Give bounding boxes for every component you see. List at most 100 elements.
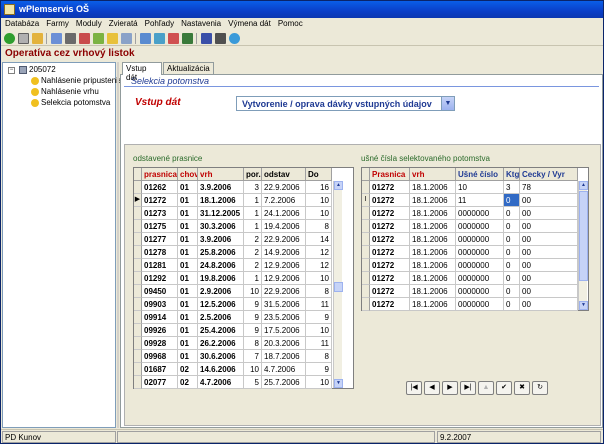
table-cell[interactable]: 30.6.2006 bbox=[198, 350, 244, 363]
table-cell[interactable]: 8 bbox=[244, 337, 262, 350]
table-cell[interactable]: 01281 bbox=[142, 259, 178, 272]
table-cell[interactable]: 18.1.2006 bbox=[410, 220, 456, 233]
table-cell[interactable]: 00 bbox=[520, 298, 578, 311]
row-indicator[interactable] bbox=[134, 376, 142, 389]
table-cell[interactable]: 0 bbox=[504, 298, 520, 311]
menu-pohlady[interactable]: Pohľady bbox=[141, 18, 177, 28]
table-cell[interactable]: 11 bbox=[306, 298, 332, 311]
table-cell[interactable]: 22.9.2006 bbox=[262, 181, 306, 194]
table-cell[interactable]: 01 bbox=[178, 272, 198, 285]
scroll-thumb[interactable] bbox=[579, 191, 588, 281]
row-indicator[interactable] bbox=[134, 324, 142, 337]
table-cell[interactable]: 01262 bbox=[142, 181, 178, 194]
star-icon[interactable] bbox=[107, 33, 118, 44]
table-cell[interactable]: 00 bbox=[520, 220, 578, 233]
prev-record-icon[interactable]: ◀ bbox=[424, 381, 440, 395]
table-cell[interactable]: 02 bbox=[178, 376, 198, 389]
table-cell[interactable]: 09914 bbox=[142, 311, 178, 324]
table-cell[interactable]: 18.7.2006 bbox=[262, 350, 306, 363]
table-cell[interactable]: 0 bbox=[504, 233, 520, 246]
table-cell[interactable]: 0 bbox=[504, 285, 520, 298]
table-cell[interactable]: 01277 bbox=[142, 233, 178, 246]
cancel-x-icon[interactable]: ✖ bbox=[514, 381, 530, 395]
table-cell[interactable]: 10 bbox=[306, 376, 332, 389]
table-cell[interactable]: 01272 bbox=[370, 298, 410, 311]
column-header[interactable]: Prasnica bbox=[370, 168, 410, 181]
table-cell[interactable]: 20.3.2006 bbox=[262, 337, 306, 350]
refresh-icon[interactable]: ↻ bbox=[532, 381, 548, 395]
table-cell[interactable]: 09928 bbox=[142, 337, 178, 350]
table-cell[interactable]: 31.5.2006 bbox=[262, 298, 306, 311]
table-cell[interactable]: 01 bbox=[178, 350, 198, 363]
column-header[interactable]: Cecky / Vyr bbox=[520, 168, 578, 181]
tree-item-nahlasenie-pripustenia[interactable]: Nahlásenie pripustenia bbox=[31, 76, 122, 85]
table-cell[interactable]: 01 bbox=[178, 259, 198, 272]
table-cell[interactable]: 0000000 bbox=[456, 259, 504, 272]
help-icon[interactable] bbox=[229, 33, 240, 44]
collapse-icon[interactable]: − bbox=[8, 67, 15, 74]
table-cell[interactable]: 24.1.2006 bbox=[262, 207, 306, 220]
table-cell[interactable]: 0 bbox=[504, 272, 520, 285]
row-indicator[interactable] bbox=[134, 220, 142, 233]
table-cell[interactable]: 01278 bbox=[142, 246, 178, 259]
table-cell[interactable]: 19.8.2006 bbox=[198, 272, 244, 285]
table-cell[interactable]: 01 bbox=[178, 246, 198, 259]
column-header[interactable]: prasnica bbox=[142, 168, 178, 181]
table-cell[interactable]: 3.9.2006 bbox=[198, 233, 244, 246]
table-cell[interactable]: 2 bbox=[244, 246, 262, 259]
table-cell[interactable]: 01272 bbox=[370, 285, 410, 298]
table-cell[interactable]: 14.6.2006 bbox=[198, 363, 244, 376]
table-cell[interactable]: 22.9.2006 bbox=[262, 233, 306, 246]
table-cell[interactable]: 10 bbox=[306, 207, 332, 220]
row-indicator[interactable] bbox=[362, 233, 370, 246]
menu-databaza[interactable]: Databáza bbox=[1, 18, 42, 28]
save-icon[interactable] bbox=[201, 33, 212, 44]
table-cell[interactable]: 00 bbox=[520, 194, 578, 207]
table-cell[interactable]: 19.4.2006 bbox=[262, 220, 306, 233]
table-cell[interactable]: 23.5.2006 bbox=[262, 311, 306, 324]
menu-vymena-dat[interactable]: Výmena dát bbox=[224, 18, 274, 28]
row-indicator[interactable] bbox=[134, 298, 142, 311]
table-cell[interactable]: 01687 bbox=[142, 363, 178, 376]
table-cell[interactable]: 01 bbox=[178, 194, 198, 207]
column-header[interactable]: vrh bbox=[410, 168, 456, 181]
tree-icon[interactable] bbox=[93, 33, 104, 44]
table-cell[interactable]: 4.7.2006 bbox=[198, 376, 244, 389]
table-cell[interactable]: 18.1.2006 bbox=[410, 298, 456, 311]
row-indicator[interactable] bbox=[134, 350, 142, 363]
row-indicator[interactable] bbox=[362, 220, 370, 233]
row-indicator[interactable]: I bbox=[362, 194, 370, 207]
edit-icon[interactable] bbox=[51, 33, 62, 44]
right-grid[interactable]: Prasnica vrh Ušné číslo Ktg Cecky / Vyr 01272… bbox=[361, 167, 589, 311]
scroll-up-icon[interactable]: ▲ bbox=[579, 181, 588, 190]
table-cell[interactable]: 01 bbox=[178, 311, 198, 324]
chevron-down-icon[interactable]: ▼ bbox=[441, 97, 454, 110]
tab-aktualizacia[interactable]: Aktualizácia bbox=[163, 62, 214, 74]
table-cell[interactable]: 9 bbox=[244, 311, 262, 324]
last-record-icon[interactable]: ▶| bbox=[460, 381, 476, 395]
table-cell[interactable]: 0 bbox=[504, 207, 520, 220]
menu-nastavenia[interactable]: Nastavenia bbox=[177, 18, 224, 28]
chart-icon[interactable] bbox=[168, 33, 179, 44]
scroll-down-icon[interactable]: ▼ bbox=[334, 379, 343, 388]
table-cell[interactable]: 0 bbox=[504, 259, 520, 272]
table-cell[interactable]: 10 bbox=[456, 181, 504, 194]
table-cell[interactable]: 01273 bbox=[142, 207, 178, 220]
table-cell[interactable]: 01272 bbox=[370, 272, 410, 285]
table-cell[interactable]: 11 bbox=[306, 337, 332, 350]
edit-record-icon[interactable]: ▲ bbox=[478, 381, 494, 395]
table-cell[interactable]: 01292 bbox=[142, 272, 178, 285]
table-cell[interactable]: 31.12.2005 bbox=[198, 207, 244, 220]
vertical-scrollbar[interactable]: ▲ ▼ bbox=[333, 181, 343, 388]
report-icon[interactable] bbox=[182, 33, 193, 44]
row-indicator[interactable] bbox=[362, 259, 370, 272]
column-header[interactable]: Do bbox=[306, 168, 332, 181]
table-cell[interactable]: 02077 bbox=[142, 376, 178, 389]
column-header[interactable]: Ušné číslo bbox=[456, 168, 504, 181]
table-cell[interactable]: 10 bbox=[244, 285, 262, 298]
table-cell[interactable]: 09968 bbox=[142, 350, 178, 363]
table-cell[interactable]: 18.1.2006 bbox=[410, 259, 456, 272]
table-cell[interactable]: 18.1.2006 bbox=[410, 246, 456, 259]
table-cell[interactable]: 00 bbox=[520, 272, 578, 285]
table-cell[interactable]: 1 bbox=[244, 272, 262, 285]
